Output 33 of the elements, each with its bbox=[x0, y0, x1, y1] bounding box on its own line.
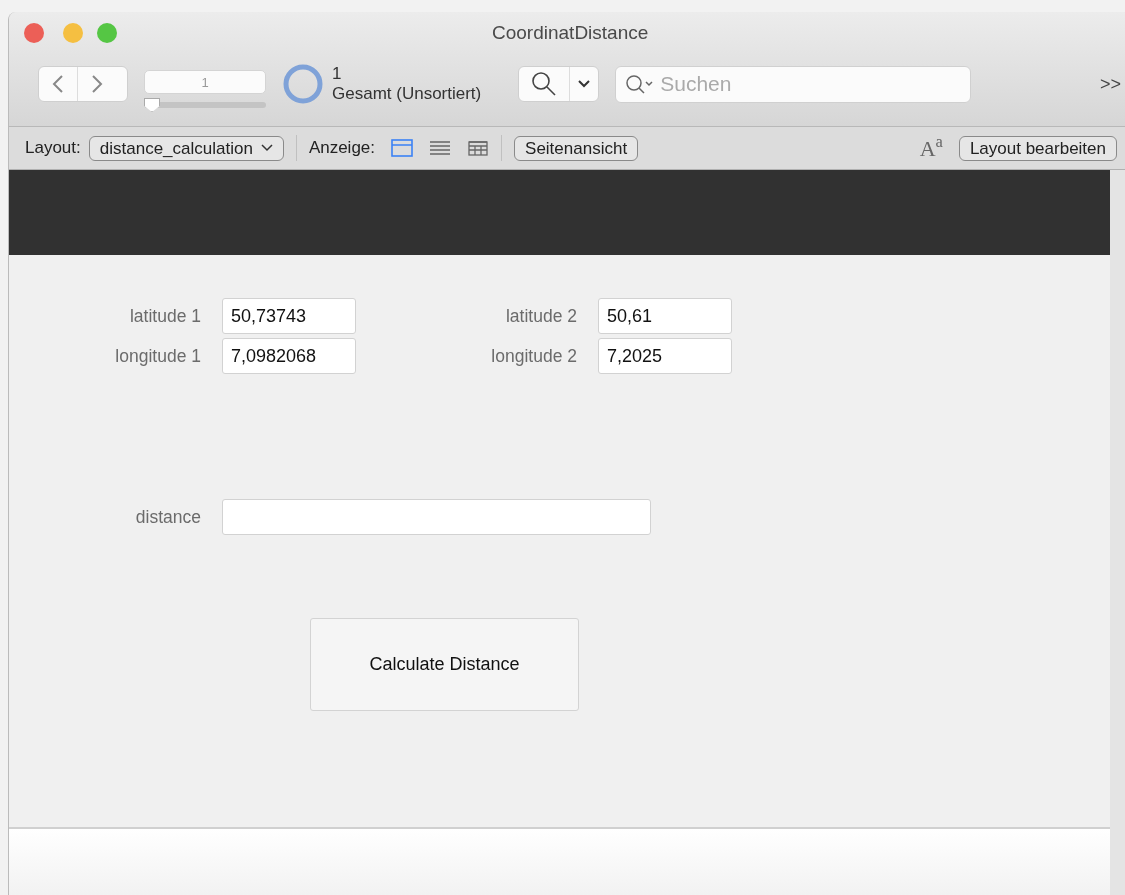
close-button[interactable] bbox=[24, 23, 44, 43]
chevron-left-icon bbox=[51, 74, 65, 94]
field-label: distance bbox=[134, 505, 202, 529]
form-view-icon[interactable] bbox=[391, 138, 414, 158]
layout-dropdown[interactable]: distance_calculation bbox=[88, 135, 284, 161]
layout-label: Layout: bbox=[25, 137, 81, 160]
minimize-button[interactable] bbox=[63, 23, 83, 43]
search-icon bbox=[531, 71, 558, 97]
edit-layout-button[interactable]: Layout bearbeiten bbox=[958, 135, 1117, 161]
toolbar-overflow-button[interactable]: >> bbox=[1099, 70, 1121, 98]
search-field[interactable]: Suchen bbox=[615, 65, 972, 103]
field-label: longitude 1 bbox=[114, 344, 202, 368]
view-label: Anzeige: bbox=[308, 137, 376, 160]
coordinate-field[interactable]: 7,0982068 bbox=[222, 338, 356, 374]
chevron-right-icon bbox=[90, 74, 104, 94]
zoom-button[interactable] bbox=[97, 23, 117, 43]
list-view-icon[interactable] bbox=[429, 138, 452, 158]
field-label: longitude 2 bbox=[490, 344, 578, 368]
coordinate-field[interactable]: 7,2025 bbox=[598, 338, 732, 374]
coordinate-field[interactable]: 50,73743 bbox=[222, 298, 356, 334]
caret-icon bbox=[260, 144, 273, 152]
sort-status: Gesamt (Unsortiert) bbox=[332, 84, 482, 104]
caret-icon bbox=[578, 80, 591, 88]
found-count: 1 bbox=[332, 64, 343, 84]
field-label: latitude 2 bbox=[504, 304, 578, 328]
table-view-icon[interactable] bbox=[467, 138, 490, 158]
coordinate-field[interactable]: 50,61 bbox=[598, 298, 732, 334]
preview-button[interactable]: Seitenansicht bbox=[514, 135, 639, 161]
window-title: CoordinatDistance bbox=[492, 20, 649, 45]
distance-field[interactable] bbox=[222, 499, 651, 535]
text-format-icon: A$^{a}$ bbox=[919, 131, 943, 165]
calculate-distance-button[interactable]: Calculate Distance bbox=[310, 618, 579, 711]
field-label: latitude 1 bbox=[128, 304, 202, 328]
